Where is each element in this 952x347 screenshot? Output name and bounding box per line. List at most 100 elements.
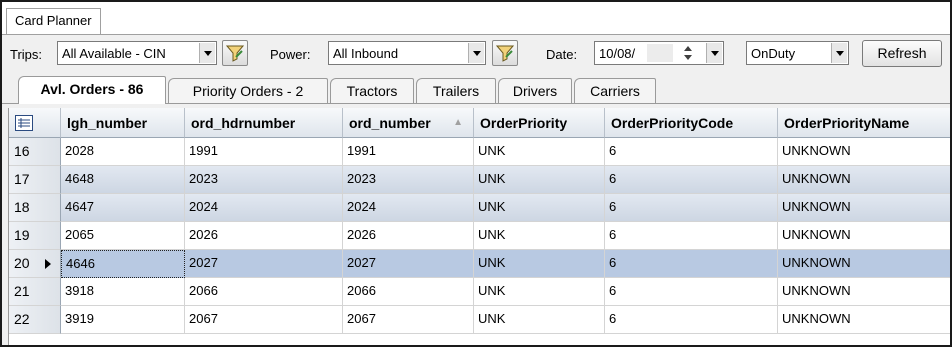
- row-number[interactable]: 21: [9, 278, 61, 306]
- cell-order-priority-name[interactable]: UNKNOWN: [778, 306, 950, 334]
- date-value: 10/08/: [599, 46, 636, 61]
- row-number[interactable]: 18: [9, 194, 61, 222]
- tab-priority-orders[interactable]: Priority Orders - 2: [168, 78, 328, 103]
- spinner-up-icon[interactable]: [684, 46, 692, 51]
- duty-status-value: OnDuty: [751, 46, 796, 61]
- cell-ord-hdrnumber[interactable]: 2024: [185, 194, 343, 222]
- cell-lgh-number[interactable]: 2065: [61, 222, 185, 250]
- tab-carriers[interactable]: Carriers: [574, 78, 656, 103]
- cell-order-priority[interactable]: UNK: [474, 278, 605, 306]
- power-select[interactable]: All Inbound: [328, 41, 486, 65]
- row-number[interactable]: 22: [9, 306, 61, 334]
- window-title-tab[interactable]: Card Planner: [6, 8, 101, 34]
- table-row[interactable]: 16 2028 1991 1991 UNK 6 UNKNOWN: [9, 138, 950, 166]
- cell-ord-hdrnumber[interactable]: 2027: [185, 250, 343, 278]
- power-filter-button[interactable]: [492, 40, 518, 66]
- chevron-down-icon[interactable]: [831, 43, 847, 63]
- cell-lgh-number[interactable]: 3918: [61, 278, 185, 306]
- cell-order-priority-name[interactable]: UNKNOWN: [778, 250, 950, 278]
- column-header-ord-number-label: ord_number: [349, 115, 431, 131]
- cell-order-priority-code[interactable]: 6: [605, 278, 778, 306]
- cell-order-priority[interactable]: UNK: [474, 194, 605, 222]
- cell-order-priority-name[interactable]: UNKNOWN: [778, 166, 950, 194]
- tab-drivers[interactable]: Drivers: [498, 78, 572, 103]
- table-row[interactable]: 21 3918 2066 2066 UNK 6 UNKNOWN: [9, 278, 950, 306]
- cell-order-priority[interactable]: UNK: [474, 138, 605, 166]
- cell-ord-number[interactable]: 1991: [343, 138, 474, 166]
- chevron-down-icon[interactable]: [468, 43, 484, 63]
- cell-ord-number[interactable]: 2067: [343, 306, 474, 334]
- orders-grid: lgh_number ord_hdrnumber ord_number ▲ Or…: [8, 108, 950, 345]
- cell-lgh-number[interactable]: 4647: [61, 194, 185, 222]
- row-number[interactable]: 20: [9, 250, 61, 278]
- cell-ord-number[interactable]: 2027: [343, 250, 474, 278]
- cell-order-priority-code[interactable]: 6: [605, 194, 778, 222]
- spinner-down-icon[interactable]: [684, 55, 692, 60]
- table-row[interactable]: 17 4648 2023 2023 UNK 6 UNKNOWN: [9, 166, 950, 194]
- trips-label: Trips:: [10, 47, 43, 62]
- table-row[interactable]: 19 2065 2026 2026 UNK 6 UNKNOWN: [9, 222, 950, 250]
- cell-order-priority[interactable]: UNK: [474, 306, 605, 334]
- duty-status-select[interactable]: OnDuty: [746, 41, 849, 65]
- table-row-selected[interactable]: 20 4646 2027 2027 UNK 6 UNKNOWN: [9, 250, 950, 278]
- cell-lgh-number[interactable]: 3919: [61, 306, 185, 334]
- cell-lgh-number[interactable]: 4646: [61, 250, 185, 278]
- cell-ord-number[interactable]: 2066: [343, 278, 474, 306]
- column-chooser-icon: [15, 115, 33, 131]
- date-spinner[interactable]: [681, 43, 695, 63]
- cell-order-priority-name[interactable]: UNKNOWN: [778, 278, 950, 306]
- table-row[interactable]: 22 3919 2067 2067 UNK 6 UNKNOWN: [9, 306, 950, 334]
- tab-trailers[interactable]: Trailers: [416, 78, 496, 103]
- row-number[interactable]: 19: [9, 222, 61, 250]
- cell-order-priority-code[interactable]: 6: [605, 250, 778, 278]
- trips-select[interactable]: All Available - CIN: [57, 41, 217, 65]
- cell-ord-hdrnumber[interactable]: 1991: [185, 138, 343, 166]
- column-header-order-priority-name[interactable]: OrderPriorityName: [778, 108, 950, 138]
- cell-order-priority-code[interactable]: 6: [605, 222, 778, 250]
- cell-ord-hdrnumber[interactable]: 2067: [185, 306, 343, 334]
- cell-order-priority-name[interactable]: UNKNOWN: [778, 222, 950, 250]
- date-picker[interactable]: 10/08/: [594, 41, 724, 65]
- cell-order-priority[interactable]: UNK: [474, 222, 605, 250]
- chevron-down-icon[interactable]: [199, 43, 215, 63]
- date-redacted-area: [647, 44, 673, 62]
- row-number[interactable]: 17: [9, 166, 61, 194]
- table-row[interactable]: 18 4647 2024 2024 UNK 6 UNKNOWN: [9, 194, 950, 222]
- cell-lgh-number[interactable]: 4648: [61, 166, 185, 194]
- cell-order-priority-name[interactable]: UNKNOWN: [778, 194, 950, 222]
- tab-tractors[interactable]: Tractors: [330, 78, 414, 103]
- cell-lgh-number[interactable]: 2028: [61, 138, 185, 166]
- column-header-lgh-number[interactable]: lgh_number: [61, 108, 185, 138]
- cell-order-priority-code[interactable]: 6: [605, 166, 778, 194]
- power-label: Power:: [270, 47, 311, 62]
- cell-order-priority[interactable]: UNK: [474, 166, 605, 194]
- cell-ord-hdrnumber[interactable]: 2023: [185, 166, 343, 194]
- chevron-down-icon[interactable]: [706, 43, 722, 63]
- column-header-ord-number[interactable]: ord_number ▲: [343, 108, 474, 138]
- cell-ord-number[interactable]: 2026: [343, 222, 474, 250]
- card-planner-window: Card Planner Trips: All Available - CIN …: [0, 0, 952, 347]
- cell-order-priority-code[interactable]: 6: [605, 138, 778, 166]
- refresh-button[interactable]: Refresh: [862, 40, 942, 67]
- column-chooser-button[interactable]: [9, 108, 61, 138]
- date-label: Date:: [546, 47, 578, 62]
- cell-order-priority-code[interactable]: 6: [605, 306, 778, 334]
- row-number[interactable]: 16: [9, 138, 61, 166]
- filter-funnel-icon: [226, 45, 244, 62]
- toolbar: Trips: All Available - CIN Power: All In…: [2, 35, 950, 75]
- cell-ord-hdrnumber[interactable]: 2066: [185, 278, 343, 306]
- cell-order-priority[interactable]: UNK: [474, 250, 605, 278]
- row-pointer-icon: [45, 259, 51, 269]
- trips-filter-button[interactable]: [222, 40, 248, 66]
- grid-header: lgh_number ord_hdrnumber ord_number ▲ Or…: [9, 108, 950, 138]
- column-header-order-priority-code[interactable]: OrderPriorityCode: [605, 108, 778, 138]
- column-header-ord-hdrnumber[interactable]: ord_hdrnumber: [185, 108, 343, 138]
- column-header-order-priority[interactable]: OrderPriority: [474, 108, 605, 138]
- power-select-value: All Inbound: [333, 46, 399, 61]
- cell-ord-number[interactable]: 2024: [343, 194, 474, 222]
- tab-avl-orders[interactable]: Avl. Orders - 86: [18, 76, 166, 104]
- cell-ord-number[interactable]: 2023: [343, 166, 474, 194]
- cell-ord-hdrnumber[interactable]: 2026: [185, 222, 343, 250]
- filter-funnel-icon: [496, 45, 514, 62]
- cell-order-priority-name[interactable]: UNKNOWN: [778, 138, 950, 166]
